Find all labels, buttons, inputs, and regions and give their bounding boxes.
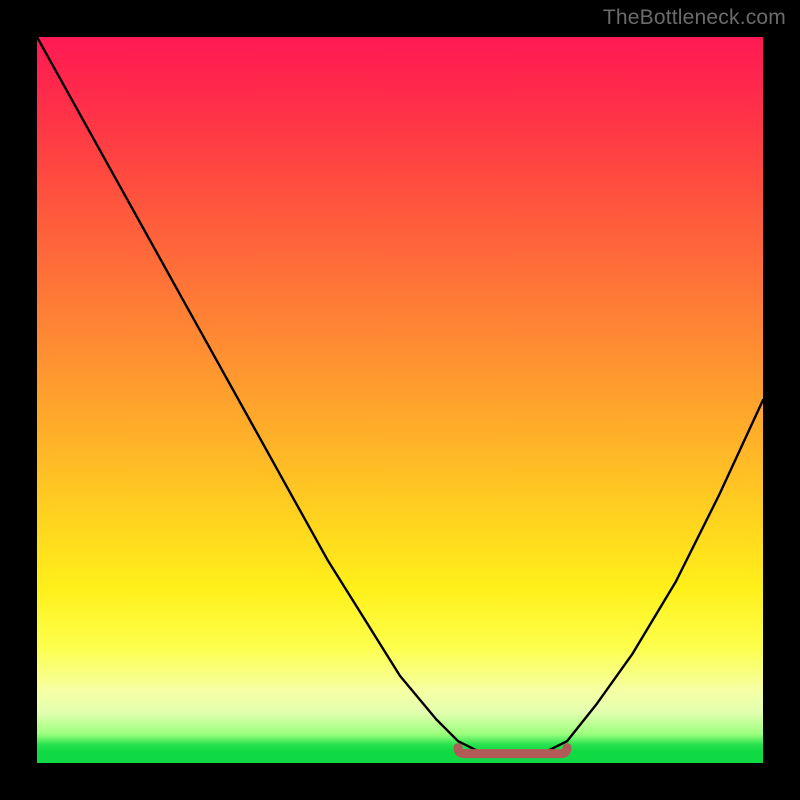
chart-frame: TheBottleneck.com	[0, 0, 800, 800]
bottleneck-curve	[37, 37, 763, 754]
plot-area	[37, 37, 763, 763]
watermark-text: TheBottleneck.com	[603, 6, 786, 30]
chart-svg	[37, 37, 763, 763]
